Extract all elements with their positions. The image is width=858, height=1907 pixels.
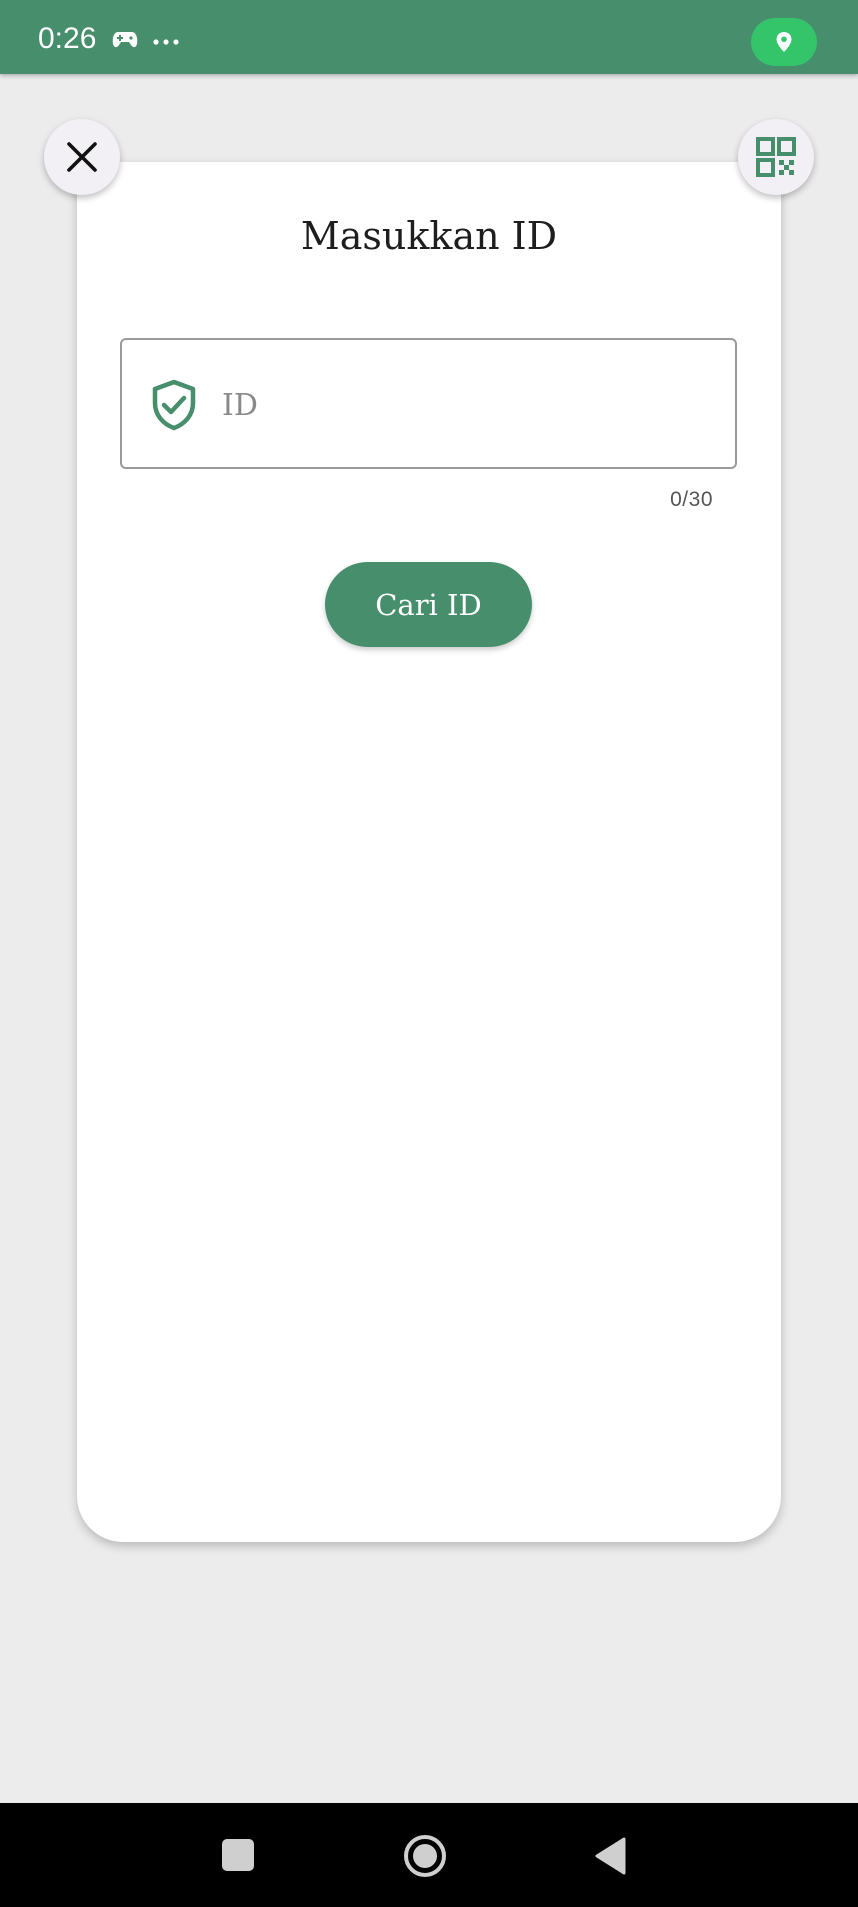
qr-code-icon [756,137,796,177]
close-icon [67,142,97,172]
gamepad-icon [112,32,138,48]
page-title: Masukkan ID [300,214,558,258]
search-id-button[interactable]: Cari ID [325,562,532,647]
id-field[interactable] [120,338,737,469]
id-input[interactable] [222,370,712,440]
character-counter: 0/30 [670,488,713,511]
recents-button[interactable] [222,1839,254,1871]
location-icon [776,32,792,52]
id-dialog-card: Masukkan ID 0/30 Cari ID [77,162,781,1542]
more-icon [153,39,179,45]
back-button[interactable] [593,1836,627,1876]
location-indicator[interactable] [751,18,817,66]
qr-scan-button[interactable] [738,119,814,195]
status-bar: 0:26 [0,0,858,74]
status-time: 0:26 [38,22,97,55]
home-button[interactable] [403,1834,447,1878]
shield-check-icon [152,379,196,431]
close-button[interactable] [44,119,120,195]
